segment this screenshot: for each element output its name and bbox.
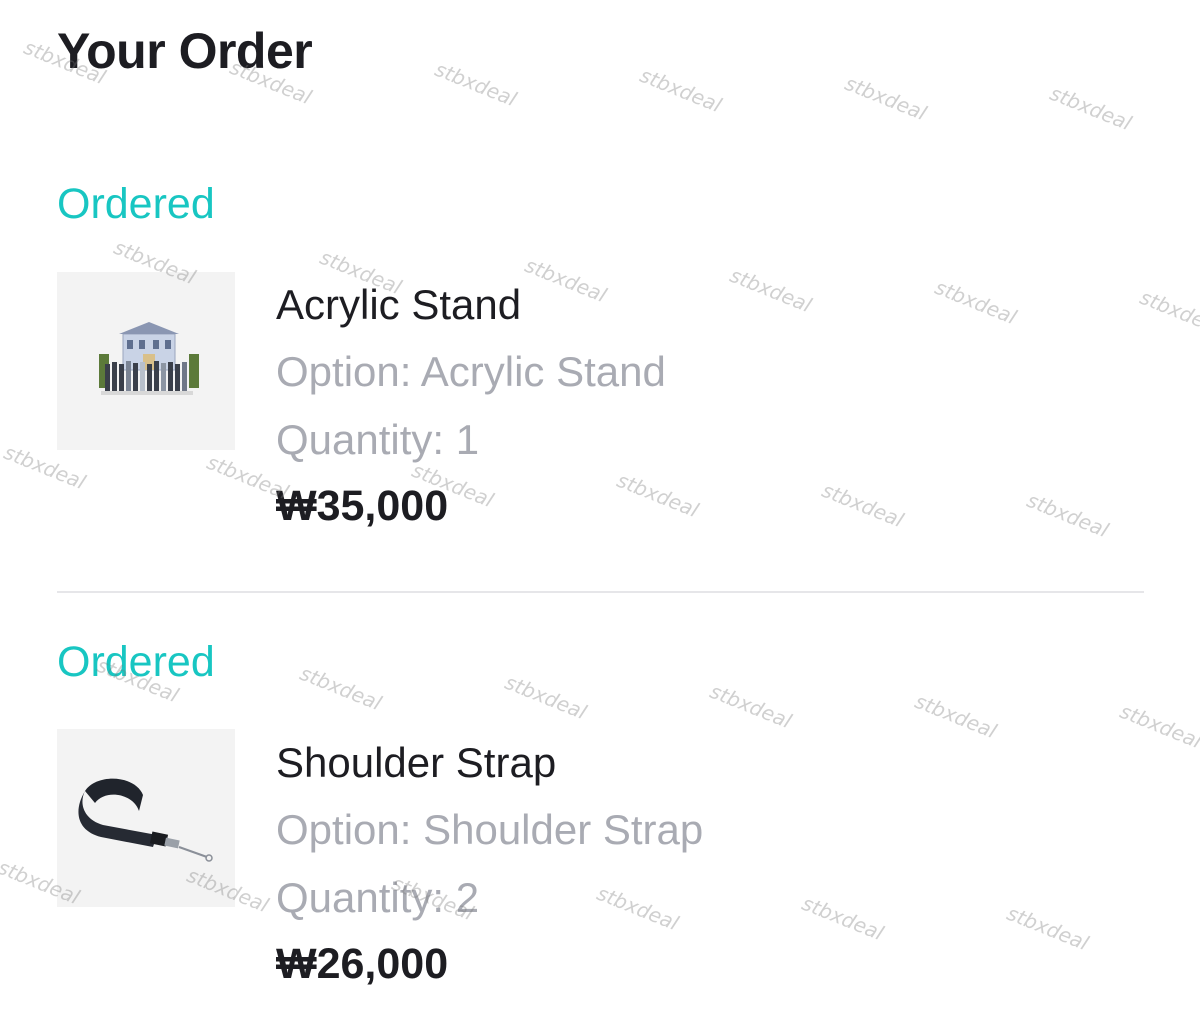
watermark: stbxdeal [1116,698,1200,754]
watermark: stbxdeal [1136,284,1200,340]
watermark: stbxdeal [841,70,930,126]
watermark: stbxdeal [931,274,1020,330]
shoulder-strap-product-image[interactable] [57,729,235,907]
product-price: ₩26,000 [276,940,449,988]
watermark: stbxdeal [636,62,725,118]
product-name[interactable]: Shoulder Strap [276,739,556,787]
product-name[interactable]: Acrylic Stand [276,281,521,329]
watermark: stbxdeal [431,56,520,112]
watermark: stbxdeal [296,660,385,716]
product-quantity: Quantity: 2 [276,874,480,921]
acrylic-stand-image-icon [57,272,235,450]
watermark: stbxdeal [613,467,702,523]
watermark: stbxdeal [726,262,815,318]
product-price: ₩35,000 [276,482,449,530]
watermark: stbxdeal [798,890,887,946]
order-status-label: Ordered [57,180,215,228]
watermark: stbxdeal [501,669,590,725]
watermark: stbxdeal [1023,487,1112,543]
watermark: stbxdeal [911,688,1000,744]
watermark: stbxdeal [521,252,610,308]
watermark: stbxdeal [706,678,795,734]
watermark: stbxdeal [1003,900,1092,956]
page-title: Your Order [57,23,313,79]
order-status-label: Ordered [57,638,215,686]
watermark: stbxdeal [818,477,907,533]
divider [57,591,1144,593]
product-option: Option: Shoulder Strap [276,806,704,853]
product-option: Option: Acrylic Stand [276,348,666,395]
product-quantity: Quantity: 1 [276,416,480,463]
acrylic-stand-product-image[interactable] [57,272,235,450]
watermark: stbxdeal [1046,80,1135,136]
shoulder-strap-image-icon [57,729,235,907]
watermark: stbxdeal [593,880,682,936]
